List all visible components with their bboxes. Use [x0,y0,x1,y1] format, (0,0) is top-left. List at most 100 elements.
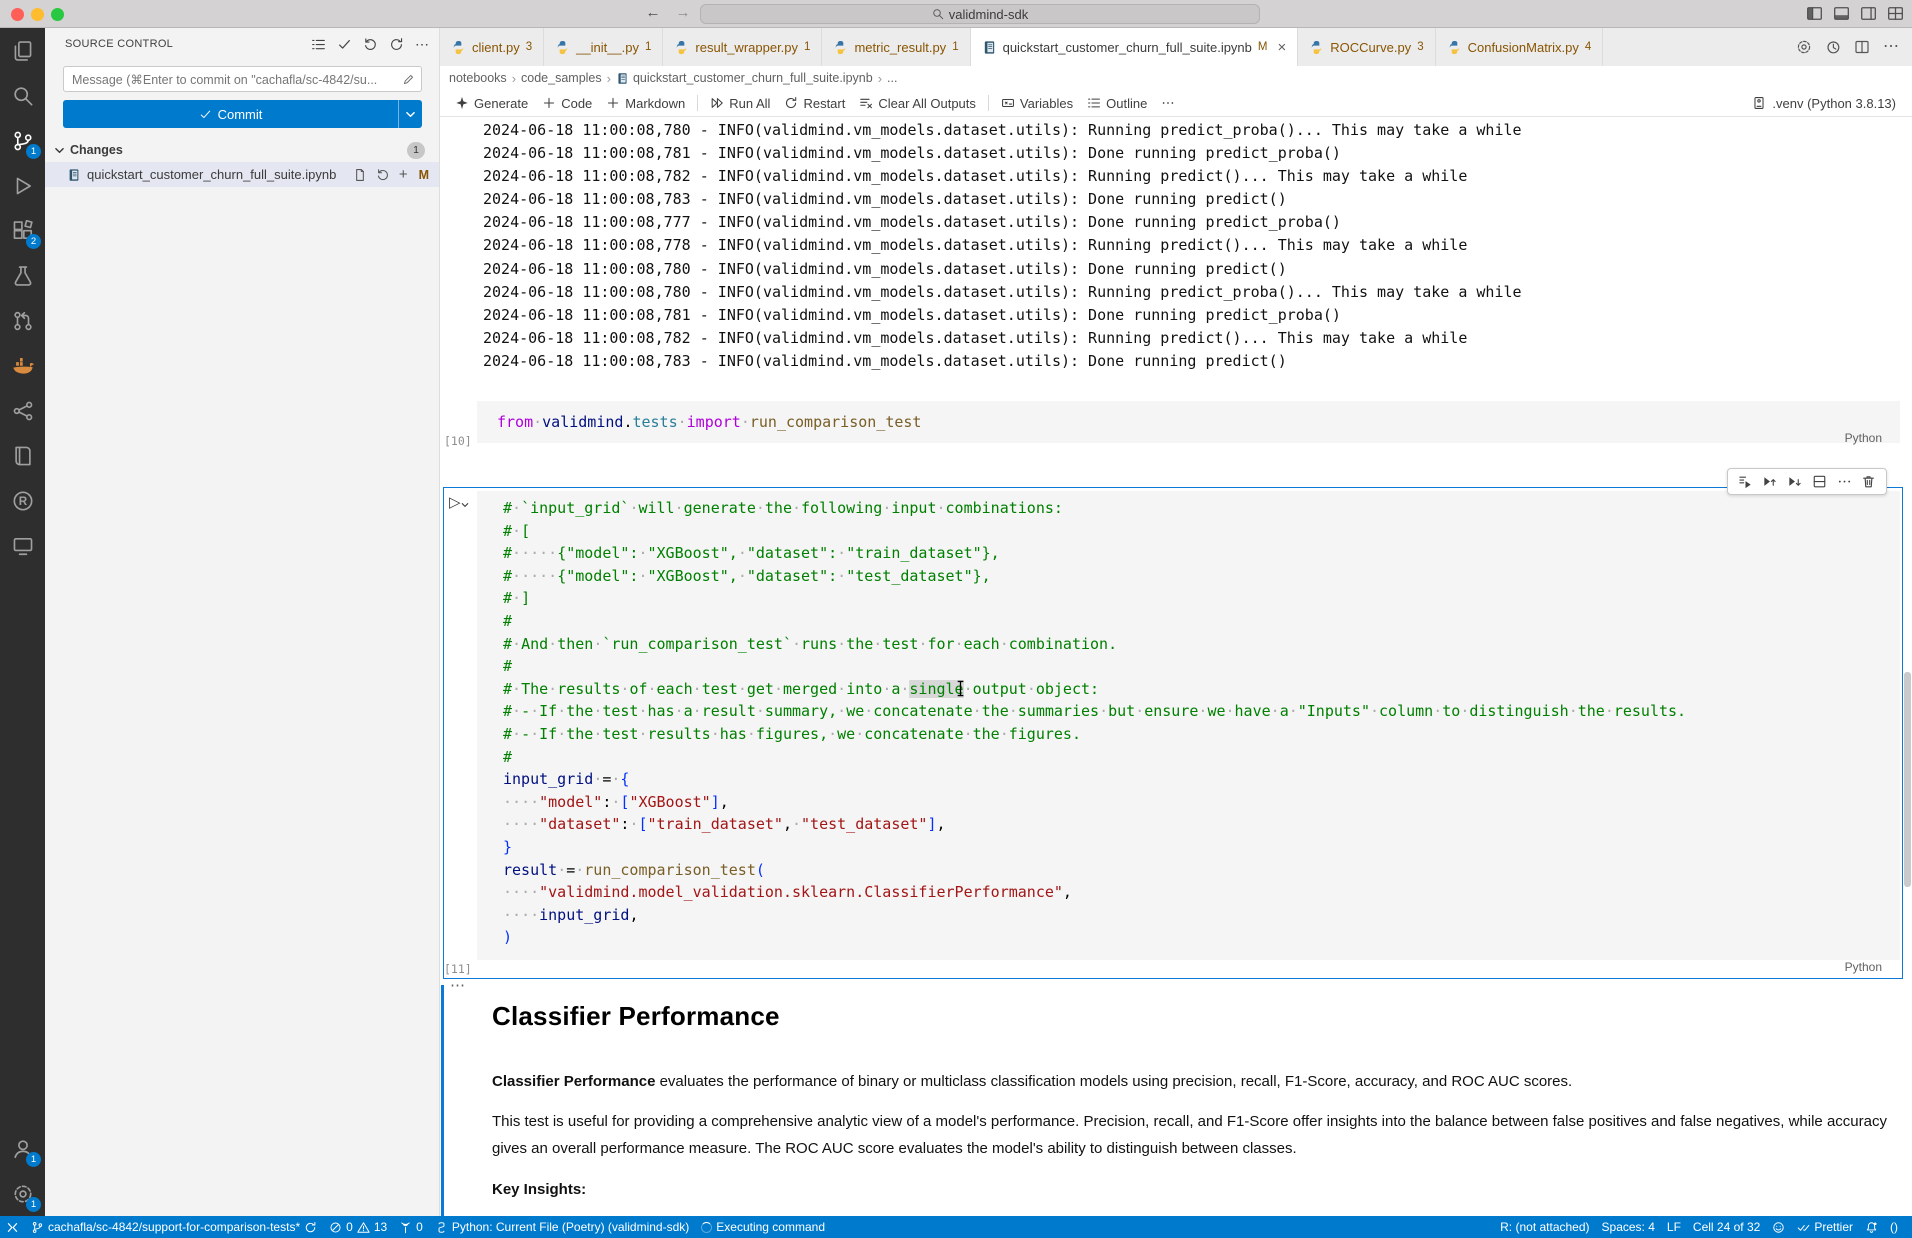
activity-item-accounts[interactable]: 1 [0,1126,45,1171]
more-actions-icon[interactable]: ⋯ [1883,39,1899,55]
activity-item-git-requests[interactable] [0,298,45,343]
status-item-ports[interactable]: 0 [393,1216,429,1238]
kernel-picker[interactable]: .venv (Python 3.8.13) [1752,96,1912,111]
toolbar-run-all[interactable]: Run All [703,96,777,111]
toggle-secondary-sidebar-icon[interactable] [1860,5,1877,22]
status-item-prettier[interactable]: Prettier [1791,1216,1859,1238]
changes-section-header[interactable]: Changes 1 [45,138,439,162]
split-cell-icon[interactable] [1812,474,1827,489]
commit-button[interactable]: Commit [63,100,422,128]
tab-result_wrapper.py[interactable]: result_wrapper.py1 [663,28,822,66]
tab-ROCCurve.py[interactable]: ROCCurve.py3 [1298,28,1435,66]
code-line: result·=·run_comparison_test( [503,859,1900,882]
toggle-panel-icon[interactable] [1833,5,1850,22]
markdown-cell[interactable]: Classifier Performance Classifier Perfor… [492,1001,1912,1216]
tab-client.py[interactable]: client.py3 [440,28,544,66]
stage-changes-icon[interactable]: + [399,167,408,182]
customize-layout-icon[interactable] [1887,5,1904,22]
status-item-eol[interactable]: LF [1661,1216,1687,1238]
activity-item-jupyter[interactable] [0,433,45,478]
toolbar-code[interactable]: Code [535,96,599,111]
breadcrumb-label: notebooks [449,71,507,85]
refresh-icon[interactable] [389,37,404,52]
toolbar-clear-all-outputs[interactable]: Clear All Outputs [852,96,983,111]
status-item-notifications[interactable] [1859,1216,1884,1238]
python-logo-icon [1447,40,1462,55]
toolbar-more[interactable] [1154,96,1182,110]
run-below-icon[interactable] [1787,474,1802,489]
activity-item-r-language[interactable]: R [0,478,45,523]
tab-quickstart_customer_churn_full_suite.ipynb[interactable]: quickstart_customer_churn_full_suite.ipy… [971,28,1299,66]
breadcrumb-item[interactable]: code_samples [521,71,602,85]
commit-action-icon[interactable] [337,37,352,52]
markdown-cell-collapsed-toolbar[interactable]: ⋯ [450,976,466,994]
run-cell-button[interactable]: ▷ [449,495,470,510]
command-center-search[interactable]: validmind-sdk [700,4,1260,24]
activity-item-settings[interactable]: 1 [0,1171,45,1216]
activity-item-source-control[interactable]: 1 [0,118,45,163]
activity-item-remote-explorer[interactable] [0,523,45,568]
tab-ConfusionMatrix.py[interactable]: ConfusionMatrix.py4 [1436,28,1604,66]
scrollbar-thumb[interactable] [1904,672,1911,887]
remote-icon [12,535,34,557]
tab-metric_result.py[interactable]: metric_result.py1 [822,28,970,66]
run-above-icon[interactable] [1762,474,1777,489]
more-icon[interactable] [1837,474,1852,489]
more-actions-icon[interactable]: ⋯ [415,37,429,52]
activity-item-testing[interactable] [0,253,45,298]
breadcrumb-item[interactable]: quickstart_customer_churn_full_suite.ipy… [616,71,873,85]
run-row-icon[interactable] [1738,474,1753,489]
window-zoom-button[interactable] [51,8,64,21]
open-file-icon[interactable] [353,168,367,182]
toolbar-restart[interactable]: Restart [777,96,852,111]
status-item-feedback[interactable] [1766,1216,1791,1238]
commit-message-input[interactable]: Message (⌘Enter to commit on "cachafla/s… [63,66,422,92]
status-item-git-branch[interactable]: cachafla/sc-4842/support-for-comparison-… [25,1216,323,1238]
breadcrumb-item[interactable]: notebooks [449,71,507,85]
toolbar-markdown[interactable]: Markdown [599,96,692,111]
trash-icon[interactable] [1861,474,1876,489]
window-minimize-button[interactable] [31,8,44,21]
view-options-icon[interactable] [311,37,326,52]
code-cell-10[interactable]: from·validmind.tests·import·run_comparis… [477,401,1900,443]
discard-icon[interactable] [363,37,378,52]
activity-item-search[interactable] [0,73,45,118]
split-editor-icon[interactable] [1854,39,1870,55]
activity-item-docker[interactable] [0,343,45,388]
discard-changes-icon[interactable] [376,168,390,182]
cell-language-label[interactable]: Python [1845,960,1882,974]
close-icon[interactable]: × [1278,40,1287,55]
status-item-brackets[interactable]: () [1884,1216,1904,1238]
cell-editor[interactable]: #·`input_grid`·will·generate·the·followi… [477,491,1900,960]
status-item-problems[interactable]: 013 [323,1216,393,1238]
activity-item-extensions[interactable]: 2 [0,208,45,253]
status-item-indent[interactable]: Spaces: 4 [1596,1216,1661,1238]
history-back-button[interactable]: ← [642,4,664,21]
history-forward-button[interactable]: → [672,4,694,21]
breadcrumb-item[interactable]: ... [887,71,897,85]
toolbar-outline[interactable]: Outline [1080,96,1154,111]
status-item-python-interpreter[interactable]: Python: Current File (Poetry) (validmind… [429,1216,695,1238]
plus-icon [542,96,556,110]
changed-file-row[interactable]: quickstart_customer_churn_full_suite.ipy… [45,162,439,187]
activity-item-run-debug[interactable] [0,163,45,208]
window-close-button[interactable] [11,8,24,21]
status-text: Prettier [1814,1220,1853,1234]
gear-icon[interactable] [1796,39,1812,55]
tab-__init__.py[interactable]: __init__.py1 [544,28,663,66]
tab-badge: 4 [1585,41,1591,53]
toolbar-variables[interactable]: Variables [994,96,1080,111]
status-item-executing[interactable]: Executing command [695,1216,831,1238]
status-item-cell-position[interactable]: Cell 24 of 32 [1687,1216,1766,1238]
status-item-r-status[interactable]: R: (not attached) [1494,1216,1595,1238]
cell-language-label[interactable]: Python [1845,431,1882,445]
status-item-remote-indicator[interactable] [0,1216,25,1238]
activity-item-explorer[interactable] [0,28,45,73]
changes-count-badge: 1 [407,142,425,159]
commit-dropdown[interactable] [398,100,422,128]
code-cell-11-selected[interactable]: ▷ #·`input_grid`·will·generate·the·follo… [443,487,1903,979]
activity-item-pipelines[interactable] [0,388,45,433]
toggle-sidebar-icon[interactable] [1806,5,1823,22]
toolbar-generate[interactable]: Generate [448,96,535,111]
history-icon[interactable] [1825,39,1841,55]
